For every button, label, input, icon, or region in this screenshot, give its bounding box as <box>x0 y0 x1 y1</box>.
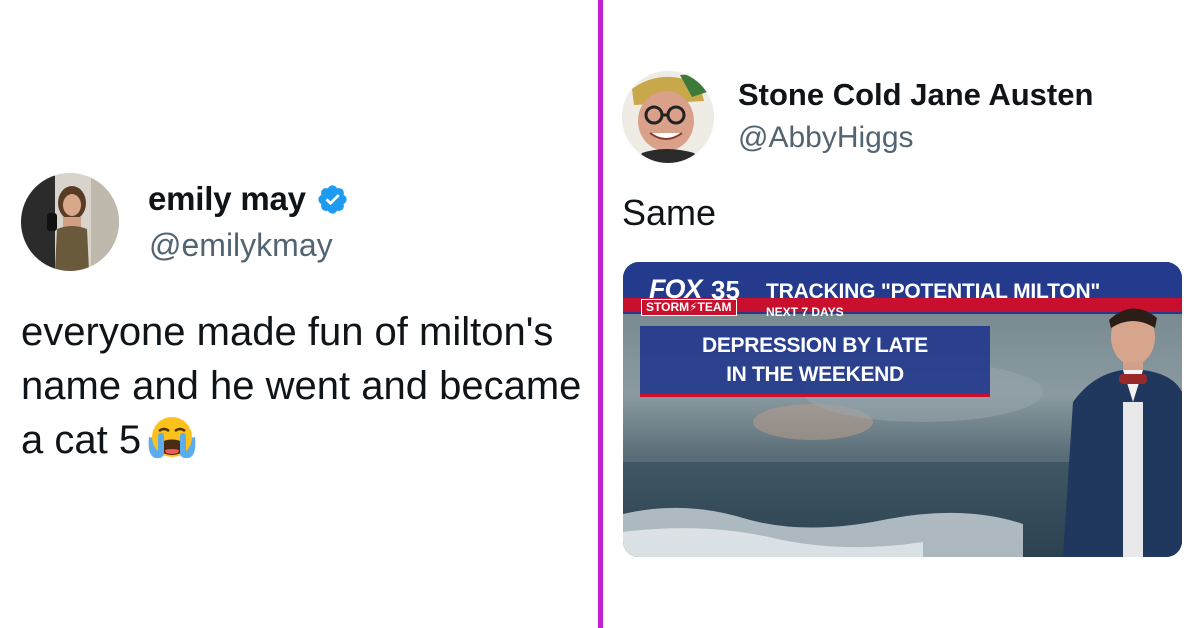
graphic-line-2: IN THE WEEKEND <box>726 363 904 386</box>
weather-graphic-box: DEPRESSION BY LATE IN THE WEEKEND <box>640 326 990 397</box>
display-name[interactable]: emily may <box>148 180 349 218</box>
news-subline: NEXT 7 DAYS <box>766 305 844 319</box>
user-handle[interactable]: @emilykmay <box>149 227 333 264</box>
column-divider <box>598 0 603 628</box>
display-name[interactable]: Stone Cold Jane Austen <box>738 77 1093 113</box>
tweet-text-body: everyone made fun of milton's name and h… <box>21 310 582 462</box>
display-name-text: emily may <box>148 180 306 217</box>
news-lower-third: FOX 35 STORM⚡TEAM TRACKING "POTENTIAL MI… <box>623 271 1182 319</box>
tweet-text: Same <box>622 192 717 233</box>
tweet-media-image[interactable]: FOX 35 STORM⚡TEAM TRACKING "POTENTIAL MI… <box>623 262 1182 557</box>
loudly-crying-face-icon <box>147 415 197 459</box>
news-headline: TRACKING "POTENTIAL MILTON" <box>766 280 1101 303</box>
verified-badge-icon <box>316 183 349 216</box>
avatar-abby-higgs[interactable] <box>622 71 714 163</box>
tweet-text: everyone made fun of milton's name and h… <box>21 305 591 467</box>
graphic-line-1: DEPRESSION BY LATE <box>701 334 929 357</box>
storm-team-badge: STORM⚡TEAM <box>641 299 737 316</box>
user-handle[interactable]: @AbbyHiggs <box>738 121 914 155</box>
avatar-emily-may[interactable] <box>21 173 119 271</box>
